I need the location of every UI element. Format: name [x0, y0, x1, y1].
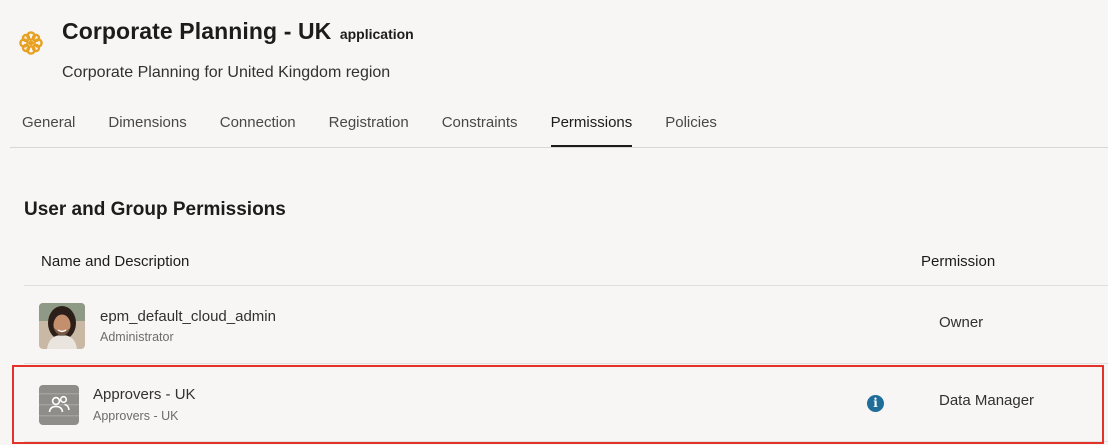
tab-permissions[interactable]: Permissions — [550, 104, 632, 148]
tab-policies[interactable]: Policies — [665, 104, 717, 148]
page: Corporate Planning - UK application Corp… — [0, 0, 1108, 445]
row-name: epm_default_cloud_admin — [100, 308, 276, 325]
table-row[interactable]: epm_default_cloud_admin Administrator Ow… — [24, 286, 1108, 364]
flower-icon — [18, 30, 44, 56]
table-header: Name and Description Permission — [24, 240, 1108, 286]
column-header-permission: Permission — [921, 253, 996, 270]
tab-connection[interactable]: Connection — [220, 104, 296, 148]
row-permission: Data Manager — [939, 392, 1035, 409]
page-subtitle: Corporate Planning for United Kingdom re… — [62, 64, 391, 81]
table-row[interactable]: Approvers - UK Approvers - UK i Data Man… — [24, 364, 1108, 442]
tab-bar: General Dimensions Connection Registrati… — [22, 104, 750, 148]
permissions-table: Name and Description Permission epm_defa… — [24, 240, 1108, 442]
row-description: Administrator — [100, 330, 174, 344]
tab-constraints[interactable]: Constraints — [442, 104, 518, 148]
row-description: Approvers - UK — [93, 409, 179, 423]
column-header-name: Name and Description — [41, 253, 190, 270]
user-photo-avatar — [39, 303, 85, 349]
tab-registration[interactable]: Registration — [329, 104, 409, 148]
section-title: User and Group Permissions — [24, 199, 286, 220]
tab-divider — [10, 147, 1108, 148]
tab-dimensions[interactable]: Dimensions — [108, 104, 186, 148]
page-title-suffix: application — [339, 26, 414, 42]
row-permission: Owner — [939, 314, 984, 331]
row-name: Approvers - UK — [93, 386, 196, 403]
tab-general[interactable]: General — [22, 104, 75, 148]
page-title: Corporate Planning - UK — [62, 18, 332, 44]
group-icon — [39, 385, 79, 425]
page-title-row: Corporate Planning - UK application — [62, 18, 414, 45]
info-icon[interactable]: i — [867, 395, 884, 412]
